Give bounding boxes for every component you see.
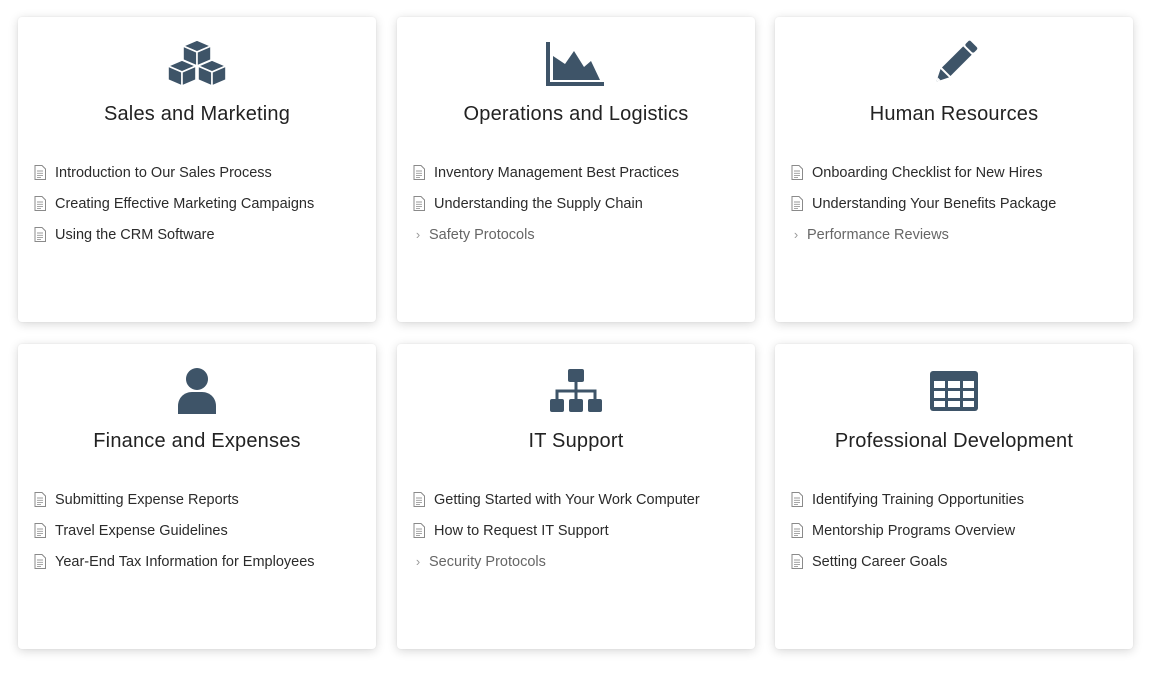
document-icon: [413, 523, 425, 538]
item-label: Safety Protocols: [429, 226, 535, 243]
chevron-right-icon: ›: [415, 554, 421, 569]
document-icon: [34, 554, 46, 569]
document-icon: [413, 196, 425, 211]
card-title[interactable]: Professional Development: [775, 430, 1133, 453]
sitemap-icon: [397, 364, 755, 418]
article-list: Introduction to Our Sales Process Creati…: [34, 157, 366, 250]
list-item[interactable]: Mentorship Programs Overview: [791, 515, 1123, 546]
user-icon: [18, 364, 376, 418]
area-chart-icon: [397, 37, 755, 91]
list-item[interactable]: Understanding Your Benefits Package: [791, 188, 1123, 219]
document-icon: [34, 523, 46, 538]
item-label: Inventory Management Best Practices: [434, 164, 680, 181]
category-grid: Sales and Marketing Introduction to Our …: [0, 0, 1150, 673]
list-item[interactable]: Onboarding Checklist for New Hires: [791, 157, 1123, 188]
category-item[interactable]: › Safety Protocols: [413, 219, 745, 250]
table-icon: [775, 364, 1133, 418]
list-item[interactable]: Getting Started with Your Work Computer: [413, 484, 745, 515]
card-title[interactable]: Finance and Expenses: [18, 430, 376, 453]
item-label: Year-End Tax Information for Employees: [55, 553, 315, 570]
category-card-human-resources: Human Resources Onboarding Checklist for…: [775, 17, 1133, 322]
card-title[interactable]: Sales and Marketing: [18, 103, 376, 126]
article-list: Submitting Expense Reports Travel Expens…: [34, 484, 366, 577]
item-label: Performance Reviews: [807, 226, 949, 243]
document-icon: [791, 492, 803, 507]
article-list: Identifying Training Opportunities Mento…: [791, 484, 1123, 577]
item-label: Identifying Training Opportunities: [812, 491, 1024, 508]
list-item[interactable]: Understanding the Supply Chain: [413, 188, 745, 219]
document-icon: [791, 165, 803, 180]
item-label: Getting Started with Your Work Computer: [434, 491, 700, 508]
document-icon: [791, 554, 803, 569]
item-label: How to Request IT Support: [434, 522, 609, 539]
item-label: Creating Effective Marketing Campaigns: [55, 195, 315, 212]
item-label: Mentorship Programs Overview: [812, 522, 1016, 539]
item-label: Onboarding Checklist for New Hires: [812, 164, 1043, 181]
category-card-operations-logistics: Operations and Logistics Inventory Manag…: [397, 17, 755, 322]
article-list: Inventory Management Best Practices Unde…: [413, 157, 745, 250]
item-label: Travel Expense Guidelines: [55, 522, 228, 539]
cubes-icon: [18, 37, 376, 91]
article-list: Getting Started with Your Work Computer …: [413, 484, 745, 577]
category-card-finance-expenses: Finance and Expenses Submitting Expense …: [18, 344, 376, 649]
document-icon: [34, 196, 46, 211]
list-item[interactable]: Introduction to Our Sales Process: [34, 157, 366, 188]
list-item[interactable]: Using the CRM Software: [34, 219, 366, 250]
document-icon: [791, 196, 803, 211]
list-item[interactable]: Submitting Expense Reports: [34, 484, 366, 515]
list-item[interactable]: Year-End Tax Information for Employees: [34, 546, 366, 577]
card-title[interactable]: Operations and Logistics: [397, 103, 755, 126]
document-icon: [34, 492, 46, 507]
item-label: Submitting Expense Reports: [55, 491, 239, 508]
card-title[interactable]: IT Support: [397, 430, 755, 453]
document-icon: [34, 227, 46, 242]
item-label: Security Protocols: [429, 553, 546, 570]
list-item[interactable]: Identifying Training Opportunities: [791, 484, 1123, 515]
item-label: Introduction to Our Sales Process: [55, 164, 272, 181]
list-item[interactable]: How to Request IT Support: [413, 515, 745, 546]
category-item[interactable]: › Security Protocols: [413, 546, 745, 577]
card-title[interactable]: Human Resources: [775, 103, 1133, 126]
list-item[interactable]: Creating Effective Marketing Campaigns: [34, 188, 366, 219]
category-card-professional-development: Professional Development Identifying Tra…: [775, 344, 1133, 649]
document-icon: [413, 492, 425, 507]
list-item[interactable]: Inventory Management Best Practices: [413, 157, 745, 188]
document-icon: [791, 523, 803, 538]
item-label: Understanding Your Benefits Package: [812, 195, 1057, 212]
chevron-right-icon: ›: [415, 227, 421, 242]
list-item[interactable]: Setting Career Goals: [791, 546, 1123, 577]
category-card-sales-marketing: Sales and Marketing Introduction to Our …: [18, 17, 376, 322]
item-label: Setting Career Goals: [812, 553, 948, 570]
pencil-icon: [775, 37, 1133, 91]
category-card-it-support: IT Support Getting Started with Your Wor…: [397, 344, 755, 649]
item-label: Using the CRM Software: [55, 226, 215, 243]
document-icon: [413, 165, 425, 180]
item-label: Understanding the Supply Chain: [434, 195, 643, 212]
category-item[interactable]: › Performance Reviews: [791, 219, 1123, 250]
chevron-right-icon: ›: [793, 227, 799, 242]
article-list: Onboarding Checklist for New Hires Under…: [791, 157, 1123, 250]
document-icon: [34, 165, 46, 180]
list-item[interactable]: Travel Expense Guidelines: [34, 515, 366, 546]
